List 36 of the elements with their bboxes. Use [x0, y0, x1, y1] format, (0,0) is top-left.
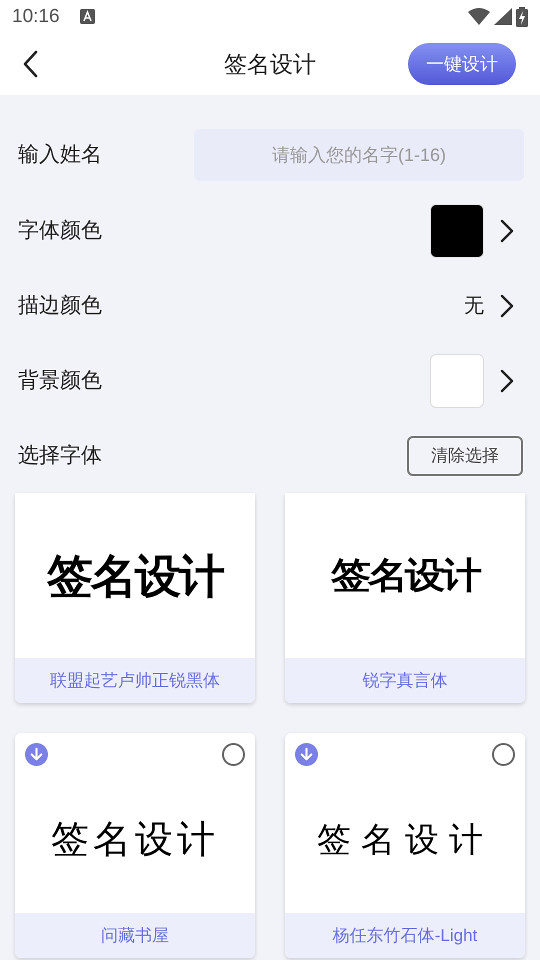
download-icon[interactable]	[25, 743, 48, 766]
clear-selection-button[interactable]: 清除选择	[407, 436, 523, 476]
font-preview: 签名设计	[317, 822, 493, 856]
chevron-right-icon	[500, 294, 514, 318]
chevron-right-icon	[500, 218, 514, 242]
field-label: 背景颜色	[18, 368, 102, 394]
font-preview: 签名设计	[47, 552, 223, 598]
field-label: 描边颜色	[18, 292, 102, 319]
battery-charging-icon	[516, 6, 528, 27]
font-preview: 签名设计	[331, 558, 479, 594]
field-label: 字体颜色	[18, 218, 102, 244]
radio-button[interactable]	[222, 743, 245, 766]
keyboard-notification-icon	[80, 9, 95, 24]
font-card[interactable]: 签名设计 联盟起艺卢帅正锐黑体	[15, 493, 255, 703]
name-input-field[interactable]: 请输入您的名字(1-16)	[194, 129, 524, 181]
signal-icon	[494, 8, 512, 26]
field-label: 输入姓名	[18, 142, 102, 168]
font-card[interactable]: 签名设计 锐字真言体	[285, 493, 525, 703]
page-title: 签名设计	[224, 50, 316, 80]
wifi-icon	[468, 8, 490, 26]
font-card[interactable]: 签名设计 问藏书屋	[15, 733, 255, 958]
field-label: 选择字体	[18, 442, 102, 469]
font-name: 杨任东竹石体-Light	[285, 913, 525, 958]
font-preview: 签名设计	[51, 820, 219, 858]
color-swatch[interactable]	[430, 354, 484, 408]
font-name: 锐字真言体	[285, 658, 525, 703]
font-name: 联盟起艺卢帅正锐黑体	[15, 658, 255, 703]
chevron-right-icon	[500, 368, 514, 392]
color-swatch[interactable]	[430, 204, 484, 258]
download-icon[interactable]	[295, 743, 318, 766]
font-card[interactable]: 签名设计 杨任东竹石体-Light	[285, 733, 525, 958]
font-name: 问藏书屋	[15, 913, 255, 958]
outline-color-value: 无	[464, 294, 484, 318]
status-time: 10:16	[12, 4, 60, 29]
radio-button[interactable]	[492, 743, 515, 766]
one-click-design-button[interactable]: 一键设计	[408, 43, 516, 86]
